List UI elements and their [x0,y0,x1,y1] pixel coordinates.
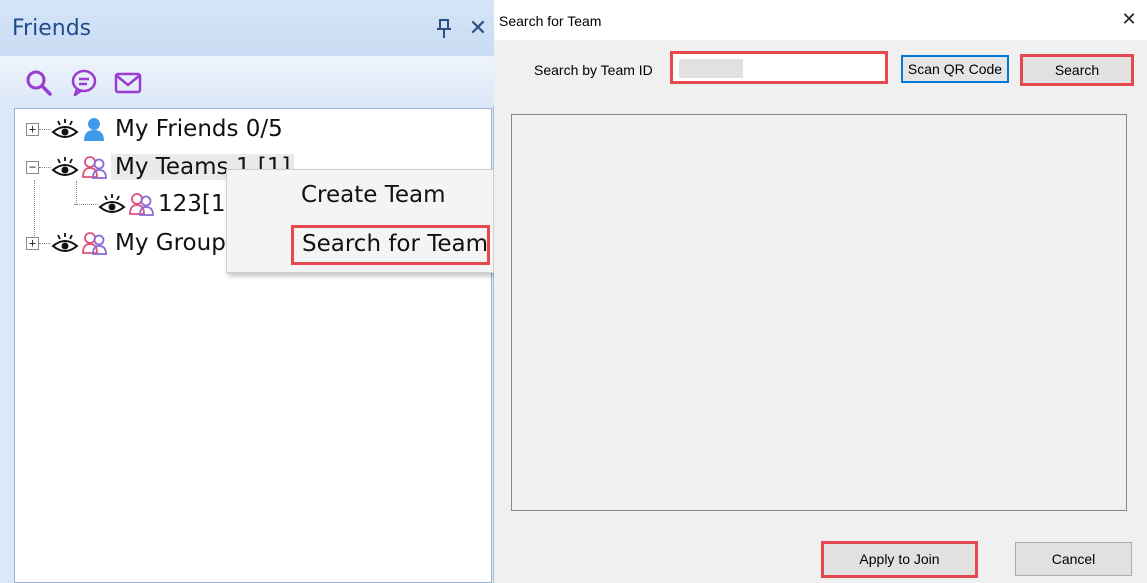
team-id-input-wrapper[interactable] [670,51,888,84]
friends-panel: Friends ✕ + My Friends 0/5 − My Teams 1 … [0,0,494,583]
group-icon [81,230,107,256]
group-icon [128,191,154,217]
search-button[interactable]: Search [1020,54,1134,86]
team-id-label: Search by Team ID [534,62,653,78]
menu-item-search-for-team[interactable]: Search for Team [291,225,490,265]
chat-icon[interactable] [69,68,99,98]
expand-icon[interactable]: + [26,122,39,136]
search-icon[interactable] [24,68,54,98]
eye-icon[interactable] [51,156,79,178]
search-team-dialog: Search for Team ✕ Search by Team ID Scan… [494,0,1147,583]
person-icon [81,116,107,142]
close-icon[interactable]: ✕ [1120,10,1138,28]
search-results-list[interactable] [511,114,1127,511]
mail-icon[interactable] [113,68,143,98]
eye-icon[interactable] [51,232,79,254]
menu-item-label: Search for Team [302,231,489,257]
apply-to-join-button[interactable]: Apply to Join [821,541,978,578]
menu-item-create-team[interactable]: Create Team [301,182,446,208]
dialog-title: Search for Team [499,13,602,29]
context-menu: Create Team Search for Team [226,169,494,273]
close-panel-icon[interactable]: ✕ [466,16,490,40]
group-icon [81,154,107,180]
pin-icon[interactable] [434,18,454,40]
friends-title-bar: Friends ✕ [0,0,494,56]
tree-item-my-friends[interactable]: + My Friends 0/5 [26,114,283,144]
expand-icon[interactable]: + [26,236,39,250]
cancel-button[interactable]: Cancel [1015,542,1132,576]
eye-icon[interactable] [98,193,126,215]
panel-title: Friends [12,16,92,41]
tree-item-team-123[interactable]: 123[1] [74,189,234,219]
dialog-title-bar: Search for Team ✕ [494,0,1147,40]
scan-qr-code-button[interactable]: Scan QR Code [901,55,1009,83]
eye-icon[interactable] [51,118,79,140]
collapse-icon[interactable]: − [26,160,39,174]
team-id-input[interactable] [675,56,887,81]
tree-item-my-groups[interactable]: + My Groups [26,228,238,258]
